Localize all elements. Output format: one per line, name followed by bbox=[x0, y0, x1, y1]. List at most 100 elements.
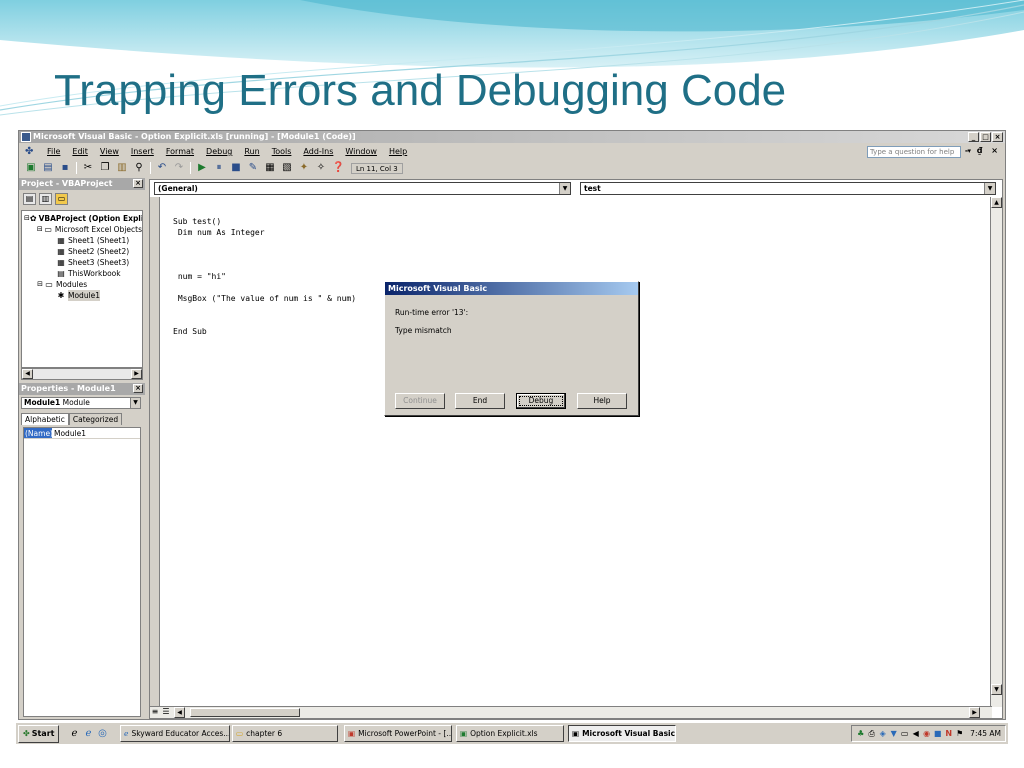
property-row[interactable]: (Name) Module1 bbox=[24, 428, 140, 439]
code-vscrollbar[interactable]: ▲ ▼ bbox=[990, 197, 1002, 707]
scroll-up-icon[interactable]: ▲ bbox=[991, 197, 1002, 208]
network-icon[interactable]: ♣ bbox=[856, 729, 865, 739]
norton-icon[interactable]: N bbox=[944, 729, 953, 739]
paste-icon[interactable]: ▥ bbox=[116, 162, 128, 174]
menu-tools[interactable]: Tools bbox=[272, 147, 292, 156]
code-window: (General) ▼ test ▼ Sub test() Dim num As… bbox=[149, 179, 1003, 719]
save-icon[interactable]: ▪ bbox=[59, 162, 71, 174]
volume-icon[interactable]: ◀ bbox=[911, 729, 920, 739]
project-close-icon[interactable]: × bbox=[133, 179, 143, 188]
menu-edit[interactable]: Edit bbox=[72, 147, 88, 156]
mdi-window-buttons[interactable]: - ₫ × bbox=[965, 146, 1001, 155]
full-module-view-icon[interactable]: ☰ bbox=[161, 707, 171, 718]
code-editor[interactable]: Sub test() Dim num As Integer num = "hi"… bbox=[161, 197, 991, 705]
toolbox-icon[interactable]: ✧ bbox=[315, 162, 327, 174]
chevron-down-icon[interactable]: ▼ bbox=[130, 398, 140, 408]
ie2-quicklaunch-icon[interactable]: ℯ bbox=[81, 728, 95, 739]
printer-icon[interactable]: ⎙ bbox=[867, 729, 876, 739]
menu-add-ins[interactable]: Add-Ins bbox=[303, 147, 333, 156]
close-button[interactable]: × bbox=[992, 132, 1003, 142]
toggle-folders-icon[interactable]: ▭ bbox=[55, 193, 68, 205]
menu-run[interactable]: Run bbox=[244, 147, 259, 156]
task-skyward[interactable]: ℯ Skyward Educator Acces... bbox=[120, 725, 230, 742]
tree-node[interactable]: ▤ ThisWorkbook bbox=[22, 268, 142, 279]
scroll-left-icon[interactable]: ◀ bbox=[174, 707, 185, 718]
help-search-input[interactable]: Type a question for help bbox=[867, 146, 961, 158]
menu-insert[interactable]: Insert bbox=[131, 147, 154, 156]
security-icon[interactable]: ◈ bbox=[878, 729, 887, 739]
copy-icon[interactable]: ❐ bbox=[99, 162, 111, 174]
update-icon[interactable]: ■ bbox=[933, 729, 942, 739]
end-button[interactable]: End bbox=[455, 393, 505, 409]
project-hscrollbar[interactable]: ◀ ▶ bbox=[21, 368, 143, 380]
object-name: Module1 bbox=[24, 398, 61, 407]
chevron-down-icon[interactable]: ▼ bbox=[984, 183, 995, 194]
expand-toggle-icon[interactable]: ⊟ bbox=[36, 279, 44, 290]
cut-icon[interactable]: ✂ bbox=[82, 162, 94, 174]
scroll-right-icon[interactable]: ▶ bbox=[131, 369, 142, 379]
scroll-down-icon[interactable]: ▼ bbox=[991, 684, 1002, 695]
tab-alphabetic[interactable]: Alphabetic bbox=[21, 413, 69, 425]
ie-quicklaunch-icon[interactable]: ℯ bbox=[67, 728, 81, 739]
help-button[interactable]: Help bbox=[577, 393, 627, 409]
minimize-button[interactable]: _ bbox=[968, 132, 979, 142]
help-icon[interactable]: ❓ bbox=[332, 162, 344, 174]
view-code-icon[interactable]: ▤ bbox=[23, 193, 36, 205]
properties-window-icon[interactable]: ▧ bbox=[281, 162, 293, 174]
antivirus-icon[interactable]: ◉ bbox=[922, 729, 931, 739]
outlook-quicklaunch-icon[interactable]: ◎ bbox=[95, 728, 109, 739]
break-icon[interactable]: ⏸ bbox=[213, 162, 225, 174]
procedure-view-icon[interactable]: ≡ bbox=[150, 707, 160, 718]
display-icon[interactable]: ▭ bbox=[900, 729, 909, 739]
redo-icon[interactable]: ↷ bbox=[173, 162, 185, 174]
menu-format[interactable]: Format bbox=[166, 147, 194, 156]
shield-icon[interactable]: ▼ bbox=[889, 729, 898, 739]
code-hscrollbar[interactable]: ≡ ☰ ◀ ▶ bbox=[150, 706, 992, 718]
menu-file[interactable]: File bbox=[47, 147, 60, 156]
properties-close-icon[interactable]: × bbox=[133, 384, 143, 393]
object-select[interactable]: Module1 Module ▼ bbox=[21, 397, 141, 409]
task-excel[interactable]: ▣ Option Explicit.xls bbox=[456, 725, 564, 742]
menu-debug[interactable]: Debug bbox=[206, 147, 232, 156]
tree-node-icon: ✿ bbox=[29, 214, 37, 223]
chevron-down-icon[interactable]: ▼ bbox=[559, 183, 570, 194]
expand-toggle-icon[interactable]: ⊟ bbox=[36, 224, 44, 235]
scroll-right-icon[interactable]: ▶ bbox=[969, 707, 980, 718]
property-value[interactable]: Module1 bbox=[52, 428, 86, 438]
scroll-left-icon[interactable]: ◀ bbox=[22, 369, 33, 379]
find-icon[interactable]: ⚲ bbox=[133, 162, 145, 174]
project-explorer-icon[interactable]: ▦ bbox=[264, 162, 276, 174]
tree-node[interactable]: ▦ Sheet2 (Sheet2) bbox=[22, 246, 142, 257]
task-vbe[interactable]: ▣ Microsoft Visual Basic... bbox=[568, 725, 676, 742]
task-chapter6[interactable]: ▭ chapter 6 bbox=[232, 725, 338, 742]
reset-icon[interactable]: ■ bbox=[230, 162, 242, 174]
tree-node[interactable]: ⊟ ▭ Modules bbox=[22, 279, 142, 290]
view-object-icon[interactable]: ▥ bbox=[39, 193, 52, 205]
task-powerpoint[interactable]: ▣ Microsoft PowerPoint - [... bbox=[344, 725, 452, 742]
flag-icon[interactable]: ⚑ bbox=[955, 729, 964, 739]
code-margin[interactable] bbox=[150, 197, 160, 707]
tree-node[interactable]: ▦ Sheet1 (Sheet1) bbox=[22, 235, 142, 246]
maximize-button[interactable]: □ bbox=[980, 132, 991, 142]
undo-icon[interactable]: ↶ bbox=[156, 162, 168, 174]
procedure-combo[interactable]: test ▼ bbox=[580, 182, 996, 195]
tree-node[interactable]: ⊟ ▭ Microsoft Excel Objects bbox=[22, 224, 142, 235]
menu-view[interactable]: View bbox=[100, 147, 119, 156]
run-icon[interactable]: ▶ bbox=[196, 162, 208, 174]
tree-node[interactable]: ⊟ ✿ VBAProject (Option Expli bbox=[22, 213, 142, 224]
scroll-thumb[interactable] bbox=[190, 708, 300, 717]
start-button[interactable]: ✤ Start bbox=[18, 724, 60, 743]
menu-help[interactable]: Help bbox=[389, 147, 407, 156]
tree-node[interactable]: ✱ Module1 bbox=[22, 290, 142, 301]
insert-module-icon[interactable]: ▤ bbox=[42, 162, 54, 174]
design-mode-icon[interactable]: ✎ bbox=[247, 162, 259, 174]
tree-node[interactable]: ▦ Sheet3 (Sheet3) bbox=[22, 257, 142, 268]
menu-window[interactable]: Window bbox=[345, 147, 377, 156]
view-excel-icon[interactable]: ▣ bbox=[25, 162, 37, 174]
object-browser-icon[interactable]: ✦ bbox=[298, 162, 310, 174]
task-label: Skyward Educator Acces... bbox=[131, 729, 230, 738]
debug-button[interactable]: Debug bbox=[516, 393, 566, 409]
tab-categorized[interactable]: Categorized bbox=[68, 413, 123, 425]
object-combo[interactable]: (General) ▼ bbox=[154, 182, 571, 195]
vba-menu-icon[interactable]: ✤ bbox=[25, 146, 37, 157]
